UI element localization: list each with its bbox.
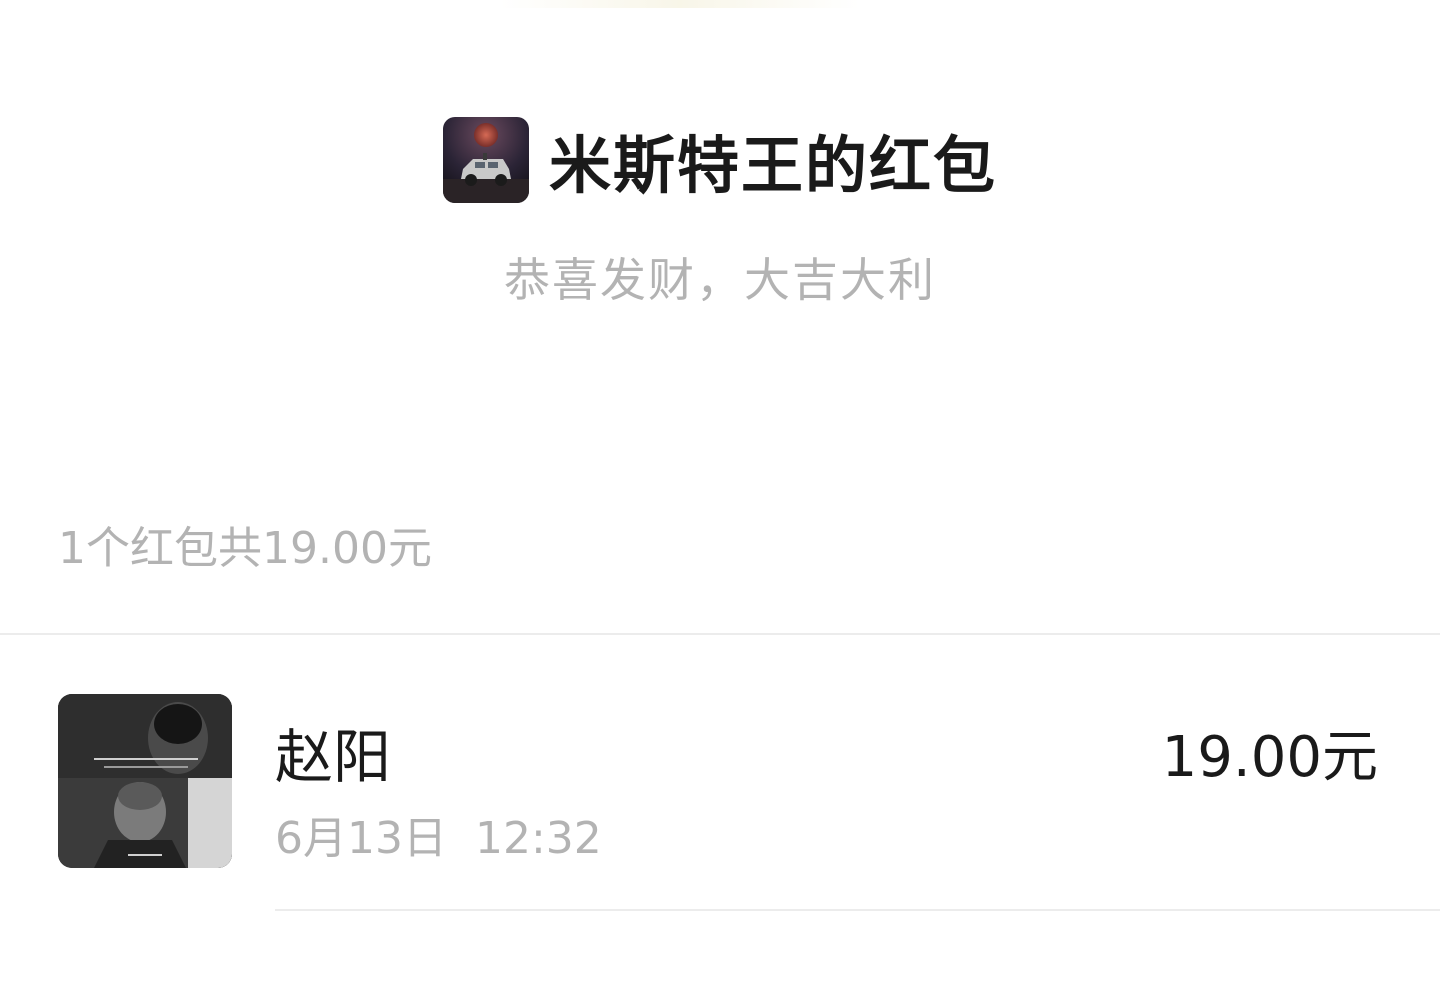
divider <box>275 909 1440 911</box>
sender-title: 米斯特王的红包 <box>548 129 997 202</box>
recipient-name: 赵阳 <box>275 723 392 791</box>
red-packet-summary: 1个红包共19.00元 <box>58 523 432 574</box>
top-decoration <box>500 0 860 8</box>
divider <box>0 633 1440 635</box>
avatar[interactable] <box>58 694 232 868</box>
received-time: 6月13日 12:32 <box>275 813 602 864</box>
sender-header: 米斯特王的红包 <box>0 116 1440 204</box>
blessing-text: 恭喜发财，大吉大利 <box>504 253 936 307</box>
night-jeep-icon <box>442 117 529 203</box>
sender-avatar[interactable] <box>442 117 529 203</box>
film-still-icon <box>58 694 232 868</box>
list-item[interactable]: 赵阳 6月13日 12:32 19.00元 <box>58 694 1440 870</box>
received-amount: 19.00元 <box>1161 725 1378 790</box>
